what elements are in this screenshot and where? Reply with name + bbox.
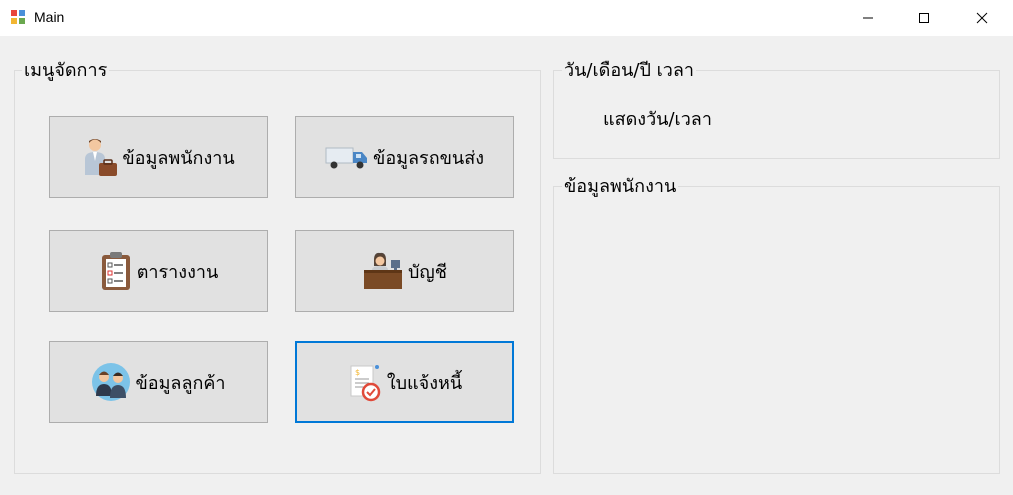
truck-icon: [325, 147, 368, 169]
invoice-label: ใบแจ้งหนี้: [386, 372, 463, 394]
customer-info-label: ข้อมูลลูกค้า: [135, 372, 226, 394]
employee-groupbox: [553, 186, 1000, 474]
close-button[interactable]: [959, 0, 1005, 36]
customers-icon: [92, 363, 131, 401]
customer-info-button[interactable]: ข้อมูลลูกค้า: [49, 341, 268, 423]
transport-vehicle-label: ข้อมูลรถขนส่ง: [373, 147, 484, 169]
svg-text:$: $: [355, 368, 360, 377]
title-bar[interactable]: Main: [0, 0, 1013, 36]
window-title: Main: [34, 9, 65, 25]
minimize-button[interactable]: [845, 0, 891, 36]
employee-info-label: ข้อมูลพนักงาน: [122, 147, 235, 169]
employee-icon: [85, 139, 118, 176]
clipboard-icon: [101, 252, 130, 290]
accounting-label: บัญชี: [408, 261, 447, 283]
app-icon: [11, 10, 25, 24]
employee-groupbox-title: ข้อมูลพนักงาน: [562, 176, 679, 198]
accountant-icon: [364, 252, 402, 289]
datetime-display: แสดงวัน/เวลา: [603, 109, 712, 130]
datetime-groupbox-title: วัน/เดือน/ปี เวลา: [562, 60, 697, 82]
maximize-icon: [919, 13, 929, 23]
employee-info-button[interactable]: ข้อมูลพนักงาน: [49, 116, 268, 198]
accounting-button[interactable]: บัญชี: [295, 230, 514, 312]
close-icon: [976, 12, 988, 24]
minimize-icon: [863, 17, 873, 19]
maximize-button[interactable]: [901, 0, 947, 36]
work-schedule-button[interactable]: ตารางงาน: [49, 230, 268, 312]
invoice-button[interactable]: $ ใบแจ้งหนี้: [295, 341, 514, 423]
invoice-icon: $: [350, 365, 381, 402]
transport-vehicle-button[interactable]: ข้อมูลรถขนส่ง: [295, 116, 514, 198]
menu-groupbox-title: เมนูจัดการ: [22, 60, 110, 82]
work-schedule-label: ตารางงาน: [136, 261, 219, 283]
